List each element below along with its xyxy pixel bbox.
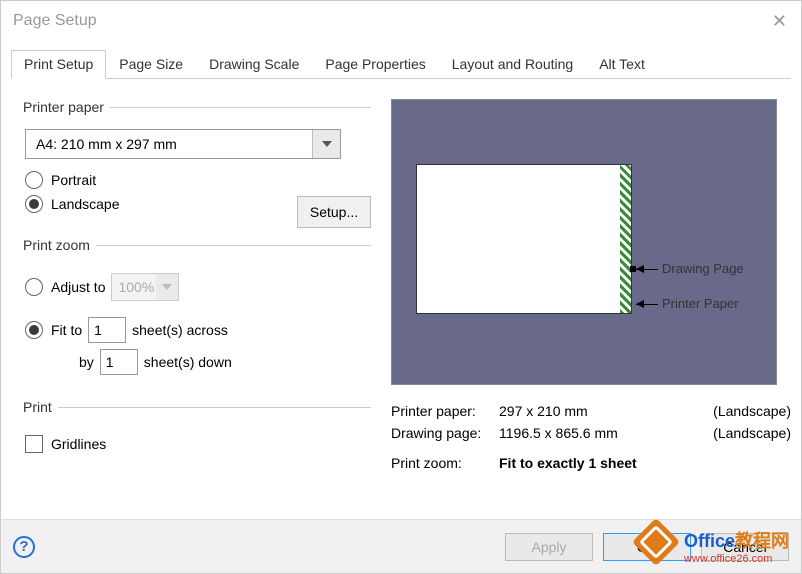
watermark-text-1a: Office (684, 531, 735, 551)
watermark-text-1b: 教程网 (735, 531, 789, 551)
by-label: by (79, 354, 94, 370)
dialog-footer: ? Apply OK Cancel (1, 519, 801, 573)
watermark: Office教程网 www.office26.com (684, 527, 789, 565)
fit-to-label: Fit to (51, 322, 82, 338)
arrow-left-icon (636, 300, 644, 308)
printer-paper-legend: Printer paper (21, 99, 110, 115)
title-bar: Page Setup ✕ (1, 1, 801, 41)
watermark-text-2: www.office26.com (684, 553, 789, 565)
tab-page-properties[interactable]: Page Properties (312, 50, 438, 79)
paper-size-select[interactable]: A4: 210 mm x 297 mm (25, 129, 341, 159)
paper-size-value: A4: 210 mm x 297 mm (26, 136, 177, 152)
zoom-percent-select: 100% (111, 273, 179, 301)
tab-alt-text[interactable]: Alt Text (586, 50, 658, 79)
landscape-label: Landscape (51, 196, 120, 212)
info-print-zoom-value: Fit to exactly 1 sheet (499, 455, 637, 471)
info-drawing-page-label: Drawing page: (391, 425, 499, 441)
gridlines-label: Gridlines (51, 436, 106, 452)
adjust-to-radio-row[interactable]: Adjust to 100% (25, 273, 371, 301)
radio-icon-checked (25, 321, 43, 339)
info-printer-paper-label: Printer paper: (391, 403, 499, 419)
close-icon[interactable]: ✕ (772, 11, 787, 32)
tab-page-size[interactable]: Page Size (106, 50, 196, 79)
arrow-left-icon (636, 265, 644, 273)
info-drawing-page-orient: (Landscape) (659, 425, 791, 441)
print-group: Print Gridlines (21, 399, 371, 459)
tab-print-setup[interactable]: Print Setup (11, 50, 106, 79)
sheets-down-label: sheet(s) down (144, 354, 232, 370)
radio-icon-unchecked (25, 278, 43, 296)
radio-icon-checked (25, 195, 43, 213)
page-setup-dialog: Page Setup ✕ Print Setup Page Size Drawi… (0, 0, 802, 574)
preview-drawing-page-label: Drawing Page (662, 261, 744, 276)
preview-printer-paper-edge (620, 164, 632, 314)
info-printer-paper-value: 297 x 210 mm (499, 403, 659, 419)
tab-layout-routing[interactable]: Layout and Routing (439, 50, 586, 79)
print-zoom-legend: Print zoom (21, 237, 96, 253)
fit-to-radio-row[interactable]: Fit to 1 sheet(s) across (25, 317, 371, 343)
preview-printer-paper-label: Printer Paper (662, 296, 739, 311)
window-title: Page Setup (13, 12, 97, 30)
zoom-percent-value: 100% (112, 279, 154, 295)
info-print-zoom-label: Print zoom: (391, 455, 499, 471)
adjust-to-label: Adjust to (51, 279, 105, 295)
print-legend: Print (21, 399, 58, 415)
help-icon[interactable]: ? (13, 536, 35, 558)
setup-button[interactable]: Setup... (297, 196, 371, 228)
tab-drawing-scale[interactable]: Drawing Scale (196, 50, 312, 79)
info-drawing-page-value: 1196.5 x 865.6 mm (499, 425, 659, 441)
fit-to-by-row: by 1 sheet(s) down (79, 349, 371, 375)
page-preview: Drawing Page Printer Paper (391, 99, 777, 385)
info-table: Printer paper: 297 x 210 mm (Landscape) … (391, 403, 791, 471)
sheets-down-input[interactable]: 1 (100, 349, 138, 375)
radio-icon-unchecked (25, 171, 43, 189)
info-printer-paper-orient: (Landscape) (659, 403, 791, 419)
portrait-label: Portrait (51, 172, 96, 188)
preview-drawing-page (416, 164, 626, 314)
chevron-down-icon[interactable] (312, 130, 340, 158)
apply-button: Apply (505, 533, 593, 561)
gridlines-checkbox-row[interactable]: Gridlines (25, 435, 371, 453)
portrait-radio-row[interactable]: Portrait (25, 171, 371, 189)
sheets-across-input[interactable]: 1 (88, 317, 126, 343)
print-zoom-group: Print zoom Adjust to 100% Fit to 1 sheet… (21, 237, 371, 381)
checkbox-icon-unchecked (25, 435, 43, 453)
chevron-down-icon (156, 274, 178, 300)
sheets-across-label: sheet(s) across (132, 322, 228, 338)
tab-strip: Print Setup Page Size Drawing Scale Page… (11, 49, 791, 79)
